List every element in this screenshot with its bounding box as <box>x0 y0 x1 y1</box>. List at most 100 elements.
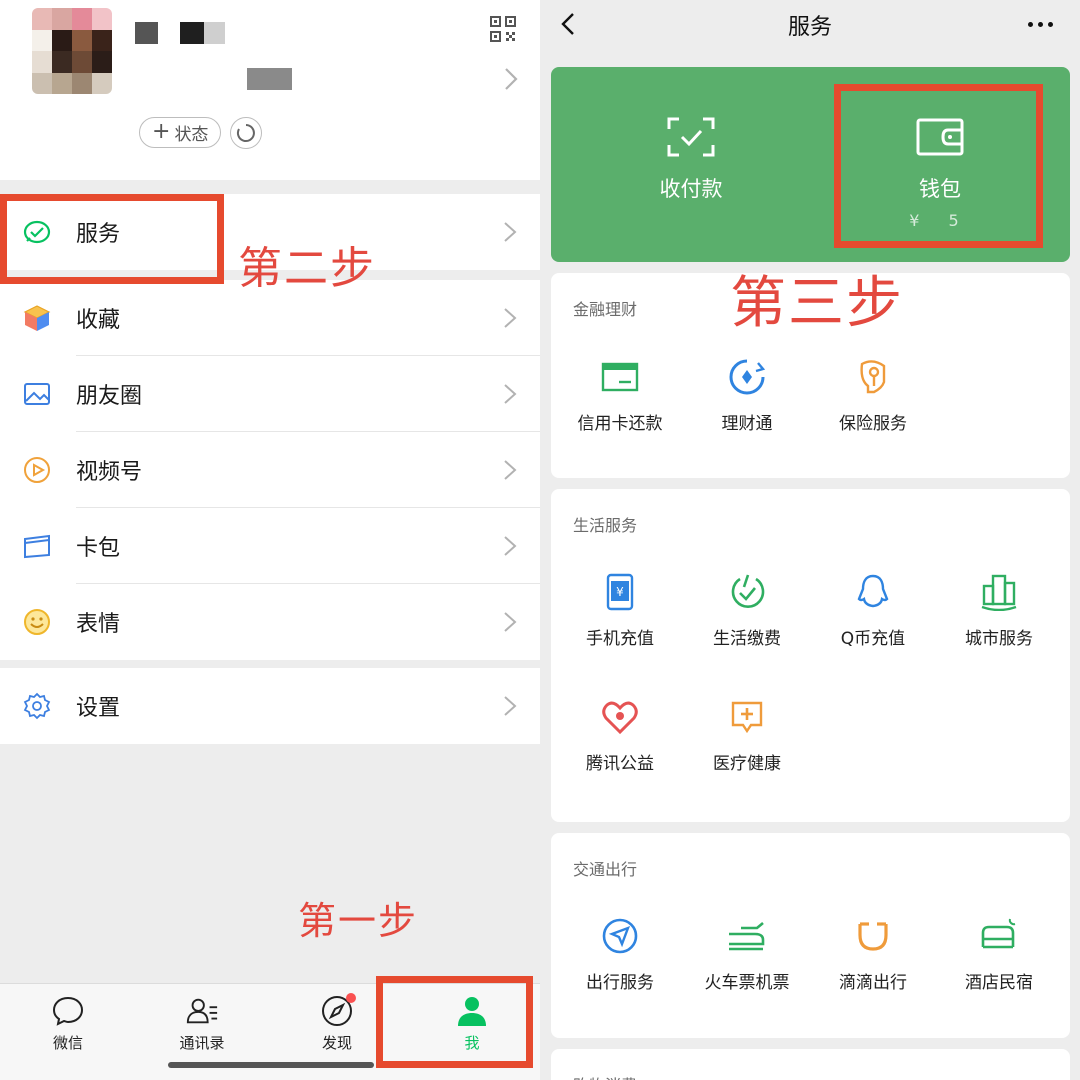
service-charity[interactable]: 腾讯公益 <box>557 697 683 774</box>
pay-receive-button[interactable]: 收付款 <box>591 117 791 203</box>
service-didi[interactable]: 滴滴出行 <box>810 916 936 993</box>
menu-label-settings: 设置 <box>76 696 121 721</box>
section-title: 购物消费 <box>573 1072 637 1080</box>
annotation-step-3: 第三步 <box>730 271 904 336</box>
annotation-step-1: 第一步 <box>298 899 419 943</box>
service-qq-coin[interactable]: Q币充值 <box>810 572 936 649</box>
section-title: 交通出行 <box>573 860 638 879</box>
chevron-right-icon <box>504 222 517 242</box>
service-city[interactable]: 城市服务 <box>936 572 1062 649</box>
service-label: 生活缴费 <box>713 629 781 649</box>
menu-group-settings: 设置 <box>0 668 540 744</box>
service-label: 出行服务 <box>586 973 654 993</box>
refresh-ring-icon <box>236 124 255 142</box>
menu-label-favorites: 收藏 <box>76 308 121 333</box>
tab-contacts[interactable]: 通讯录 <box>157 994 247 1053</box>
city-service-icon <box>979 572 1019 612</box>
profile-header[interactable]: + 状态 <box>0 0 540 180</box>
service-wealth[interactable]: 理财通 <box>684 357 810 434</box>
service-label: 酒店民宿 <box>965 973 1033 993</box>
charity-heart-icon <box>600 697 640 737</box>
nickname-redacted <box>180 22 204 44</box>
menu-item-settings[interactable]: 设置 <box>0 668 540 744</box>
home-indicator <box>168 1062 374 1068</box>
service-medical[interactable]: 医疗健康 <box>684 697 810 774</box>
qq-coin-icon <box>853 572 893 612</box>
me-tab-screen: + 状态 服务 收藏 朋友圈 视频号 卡包 表情 设置 第二步 第一步 微信 通… <box>0 0 540 1080</box>
chevron-right-icon <box>505 68 518 90</box>
highlight-box-wallet <box>834 84 1043 248</box>
scan-check-icon <box>667 117 715 157</box>
avatar[interactable] <box>32 8 112 94</box>
service-travel[interactable]: 出行服务 <box>557 916 683 993</box>
menu-item-card-wallet[interactable]: 卡包 <box>0 508 540 584</box>
navigation-icon <box>600 916 640 956</box>
menu-group-main: 收藏 朋友圈 视频号 卡包 表情 <box>0 280 540 660</box>
train-icon <box>727 916 767 956</box>
insurance-icon <box>853 357 893 397</box>
service-label: 火车票机票 <box>704 973 790 993</box>
tab-label: 通讯录 <box>179 1034 225 1052</box>
highlight-box-me-tab <box>376 976 533 1068</box>
chevron-right-icon <box>504 384 517 404</box>
service-credit-card[interactable]: 信用卡还款 <box>557 357 683 434</box>
tab-discover[interactable]: 发现 <box>292 993 382 1053</box>
medical-icon <box>727 697 767 737</box>
menu-item-moments[interactable]: 朋友圈 <box>0 356 540 432</box>
menu-label-stickers: 表情 <box>76 612 121 637</box>
qr-code-icon[interactable] <box>490 16 516 42</box>
service-train-flight[interactable]: 火车票机票 <box>684 916 810 993</box>
menu-item-channels[interactable]: 视频号 <box>0 432 540 508</box>
tab-label: 发现 <box>321 1034 352 1052</box>
svg-text:¥: ¥ <box>616 585 624 599</box>
service-label: 手机充值 <box>586 629 654 649</box>
wechat-id-redacted <box>247 68 292 90</box>
hotel-bed-icon <box>979 916 1019 956</box>
phone-topup-icon: ¥ <box>600 572 640 612</box>
menu-label-moments: 朋友圈 <box>76 384 143 409</box>
section-transport: 交通出行 出行服务 火车票机票 滴滴出行 酒店民宿 <box>551 833 1070 1038</box>
service-label: 理财通 <box>721 414 773 434</box>
chevron-right-icon <box>504 308 517 328</box>
menu-item-stickers[interactable]: 表情 <box>0 584 540 660</box>
compass-icon <box>320 993 356 1028</box>
menu-label-channels: 视频号 <box>76 460 143 485</box>
more-menu-icon[interactable] <box>1028 22 1053 27</box>
favorites-cube-icon <box>22 303 52 333</box>
chevron-right-icon <box>504 460 517 480</box>
plus-icon: + <box>152 118 171 144</box>
service-insurance[interactable]: 保险服务 <box>810 357 936 434</box>
add-status-button[interactable]: + 状态 <box>139 117 222 148</box>
service-label: 医疗健康 <box>713 754 781 774</box>
didi-icon <box>853 916 893 956</box>
service-phone-topup[interactable]: ¥ 手机充值 <box>557 572 683 649</box>
section-title: 金融理财 <box>573 300 638 319</box>
moments-image-icon <box>22 379 52 409</box>
service-hotel[interactable]: 酒店民宿 <box>936 916 1062 993</box>
sticker-smile-icon <box>22 607 52 637</box>
service-utility-bill[interactable]: 生活缴费 <box>684 572 810 649</box>
service-label: 滴滴出行 <box>839 973 907 993</box>
service-label: 腾讯公益 <box>586 754 654 774</box>
tab-chats[interactable]: 微信 <box>23 994 113 1053</box>
utility-bill-icon <box>727 572 767 612</box>
nickname-redacted <box>135 22 158 44</box>
chevron-right-icon <box>504 612 517 632</box>
credit-card-icon <box>600 357 640 397</box>
channels-play-icon <box>22 455 52 485</box>
services-screen: 服务 收付款 钱包 ¥ 5 金融理财 信用卡还款 理财通 保险服务 第三步 生活… <box>540 0 1080 1080</box>
service-label: Q币充值 <box>840 629 906 649</box>
card-wallet-icon <box>22 531 52 561</box>
annotation-step-2: 第二步 <box>238 243 376 294</box>
page-title: 服务 <box>787 15 832 40</box>
contacts-icon <box>185 994 219 1028</box>
chevron-right-icon <box>504 536 517 556</box>
status-ring-button[interactable] <box>230 117 262 149</box>
nickname-redacted <box>204 22 225 44</box>
pay-receive-label: 收付款 <box>659 177 723 201</box>
menu-label-card-wallet: 卡包 <box>76 536 121 561</box>
settings-gear-icon <box>22 691 52 721</box>
section-life-services: 生活服务 ¥ 手机充值 生活缴费 Q币充值 城市服务 腾讯公益 医疗健康 <box>551 489 1070 822</box>
highlight-box-service <box>0 194 224 284</box>
chat-bubble-icon <box>51 994 85 1028</box>
